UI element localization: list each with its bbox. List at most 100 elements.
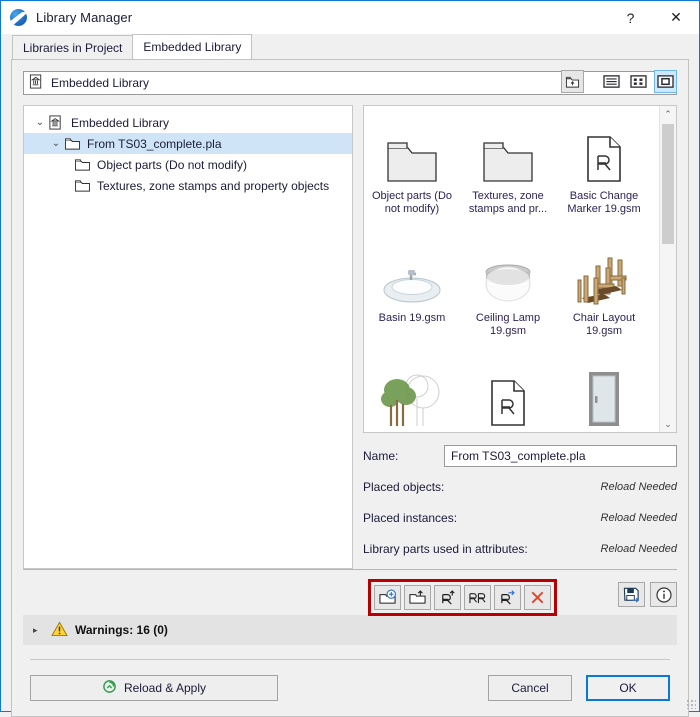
name-row: Name: From TS03_complete.pla	[363, 445, 677, 467]
ok-button[interactable]: OK	[586, 675, 670, 701]
scrollbar-thumb[interactable]	[662, 124, 674, 244]
grid-item-label: Textures, zone stamps and pr...	[468, 190, 548, 215]
warnings-bar[interactable]: ▸ Warnings: 16 (0)	[23, 615, 677, 645]
placed-objects-label: Placed objects:	[363, 480, 445, 494]
expand-warnings-icon[interactable]: ▸	[33, 625, 49, 636]
divider	[23, 569, 677, 570]
ceiling-lamp-thumbnail	[476, 240, 540, 306]
embedded-library-panel: Embedded Library ⌄ Embedded Library ⌄ Fr…	[11, 59, 689, 717]
placed-instances-row: Placed instances: Reload Needed	[363, 507, 677, 529]
tree-item-textures[interactable]: Textures, zone stamps and property objec…	[24, 175, 352, 196]
tree-thumbnail	[379, 362, 445, 428]
add-library-button[interactable]	[374, 585, 401, 610]
info-panel: Name: From TS03_complete.pla Placed obje…	[363, 445, 677, 569]
folder-icon	[64, 137, 81, 151]
list-view-icon[interactable]	[600, 70, 623, 93]
help-button[interactable]: ?	[608, 1, 653, 34]
tree-item-label: Textures, zone stamps and property objec…	[97, 178, 330, 193]
tree-item-label: From TS03_complete.pla	[87, 136, 222, 151]
remove-library-button[interactable]	[404, 585, 431, 610]
grid-item[interactable]: Object parts (Do not modify)	[364, 114, 460, 236]
reload-and-apply-label: Reload & Apply	[123, 681, 207, 695]
placed-objects-row: Placed objects: Reload Needed	[363, 476, 677, 498]
tab-libraries-in-project[interactable]: Libraries in Project	[12, 35, 134, 59]
resize-grip[interactable]	[686, 699, 696, 709]
basin-thumbnail	[378, 240, 446, 306]
grid-item[interactable]: Ceiling Lamp 19.gsm	[460, 236, 556, 358]
name-label: Name:	[363, 449, 399, 463]
tree-item-label: Embedded Library	[71, 115, 170, 130]
embedded-library-icon	[29, 74, 44, 92]
grid-item[interactable]: Door 19.gsm	[556, 358, 652, 432]
folder-icon	[384, 118, 440, 184]
delete-button[interactable]	[524, 585, 551, 610]
grid-item-label: Object parts (Do not modify)	[371, 190, 453, 215]
grid-item[interactable]: Basin 19.gsm	[364, 236, 460, 358]
details-view-icon[interactable]	[627, 70, 650, 93]
chevron-down-icon[interactable]: ⌄	[48, 138, 64, 149]
library-content: ⌄ Embedded Library ⌄ From TS03_complete.…	[23, 105, 677, 569]
placed-instances-value: Reload Needed	[600, 512, 677, 524]
library-parts-attributes-label: Library parts used in attributes:	[363, 542, 528, 556]
placed-objects-value: Reload Needed	[600, 481, 677, 493]
folder-icon	[480, 118, 536, 184]
grid-item[interactable]: Detail Marker 01 19.gsm	[460, 358, 556, 432]
reload-and-apply-button[interactable]: Reload & Apply	[30, 675, 278, 701]
warnings-label: Warnings: 16 (0)	[75, 623, 168, 637]
warning-triangle-icon	[51, 620, 68, 640]
duplicate-object-button[interactable]	[464, 585, 491, 610]
dialog-footer: Reload & Apply Cancel OK	[12, 660, 688, 716]
library-parts-attributes-row: Library parts used in attributes: Reload…	[363, 538, 677, 560]
tree-item-label: Object parts (Do not modify)	[97, 157, 248, 172]
right-toolbar-group	[618, 582, 677, 607]
chevron-down-icon[interactable]: ⌄	[32, 117, 48, 128]
library-browser[interactable]: Object parts (Do not modify) Textures, z…	[363, 105, 677, 433]
move-object-button[interactable]	[494, 585, 521, 610]
library-manager-window: Library Manager ? ✕ Libraries in Project…	[0, 0, 700, 717]
tab-embedded-library[interactable]: Embedded Library	[132, 34, 253, 59]
folder-icon	[74, 158, 91, 172]
grid-item[interactable]: Basic Change Marker 19.gsm	[556, 114, 652, 236]
title-bar: Library Manager ? ✕	[1, 1, 699, 34]
save-as-button[interactable]	[618, 582, 645, 607]
name-input[interactable]: From TS03_complete.pla	[444, 445, 677, 467]
large-icons-view-icon[interactable]	[654, 70, 677, 93]
close-icon[interactable]: ✕	[653, 1, 699, 34]
grid-item[interactable]: Deciduous Trees 19.gsm	[364, 358, 460, 432]
folder-icon	[74, 179, 91, 193]
refresh-icon	[102, 679, 117, 697]
library-tree[interactable]: ⌄ Embedded Library ⌄ From TS03_complete.…	[23, 105, 353, 569]
action-toolbar	[23, 569, 677, 616]
cancel-button[interactable]: Cancel	[488, 675, 572, 701]
door-thumbnail	[583, 362, 625, 428]
highlighted-toolbar-group	[368, 579, 557, 616]
scroll-up-icon[interactable]: ⌃	[660, 106, 676, 122]
right-column: Object parts (Do not modify) Textures, z…	[363, 105, 677, 569]
tab-strip: Libraries in Project Embedded Library	[1, 34, 699, 59]
grid-item-label: Chair Layout 19.gsm	[572, 312, 636, 337]
browser-scrollbar[interactable]: ⌃ ⌄	[659, 106, 676, 432]
grid-item[interactable]: Chair Layout 19.gsm	[556, 236, 652, 358]
library-parts-attributes-value: Reload Needed	[600, 543, 677, 555]
marker-document-icon	[583, 118, 625, 184]
embedded-library-icon	[48, 115, 65, 130]
tree-item-object-parts[interactable]: Object parts (Do not modify)	[24, 154, 352, 175]
info-button[interactable]	[650, 582, 677, 607]
grid-item-label: Basin 19.gsm	[378, 312, 446, 324]
grid-item-label: Basic Change Marker 19.gsm	[567, 190, 641, 215]
grid-item-label: Ceiling Lamp 19.gsm	[475, 312, 541, 337]
chair-layout-thumbnail	[572, 240, 636, 306]
placed-instances-label: Placed instances:	[363, 511, 458, 525]
window-controls: ? ✕	[608, 1, 699, 34]
tree-item-embedded-library[interactable]: ⌄ Embedded Library	[24, 112, 352, 133]
go-up-folder-icon[interactable]	[561, 70, 584, 93]
tree-item-from-ts03[interactable]: ⌄ From TS03_complete.pla	[24, 133, 352, 154]
page-title: Library Manager	[36, 10, 133, 25]
grid-item[interactable]: Textures, zone stamps and pr...	[460, 114, 556, 236]
icon-grid: Object parts (Do not modify) Textures, z…	[364, 106, 659, 432]
view-toolbar	[561, 70, 677, 93]
marker-document-icon	[487, 362, 529, 428]
archicad-logo-icon	[10, 9, 27, 26]
add-object-button[interactable]	[434, 585, 461, 610]
scroll-down-icon[interactable]: ⌄	[660, 416, 676, 432]
